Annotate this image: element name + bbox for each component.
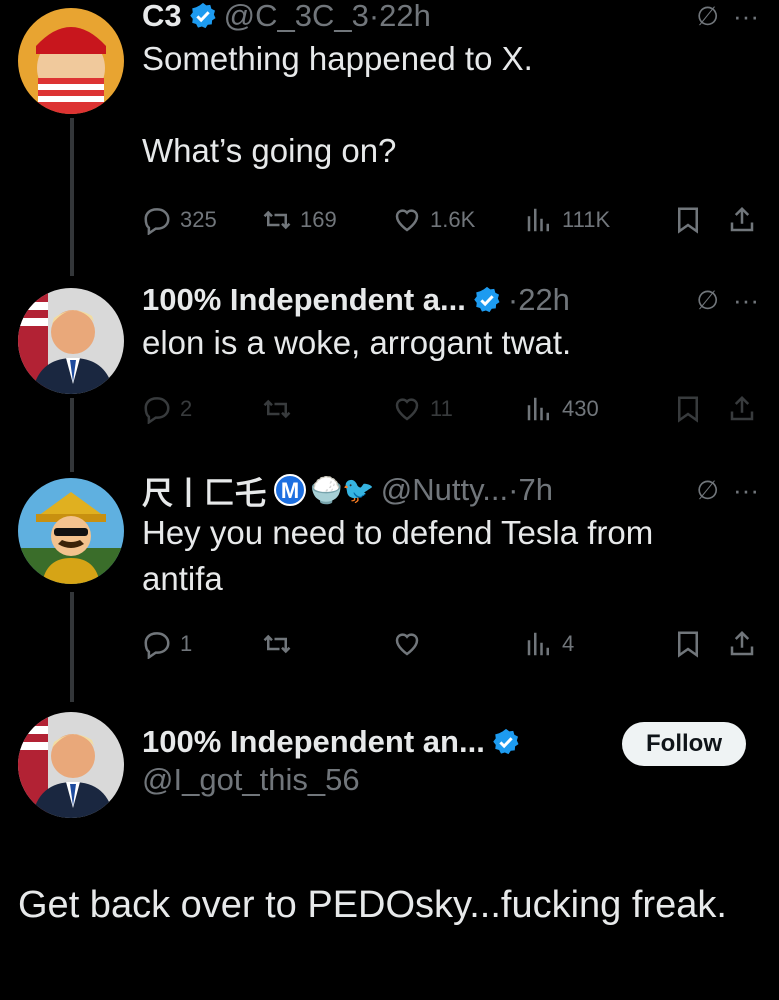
bookmark-button[interactable] <box>673 394 703 424</box>
emoji-badge: 🍚🐦 <box>310 474 375 505</box>
thread-line <box>70 118 74 276</box>
tweet-1[interactable]: C3 @C_3C_3 ·22h ∅ ··· Something happened… <box>142 0 759 174</box>
tweet-actions: 2 11 430 <box>142 389 757 429</box>
display-name[interactable]: 尺丨匚乇 <box>142 468 266 513</box>
tweet-header: 100% Independent a... ·22h ∅ ··· <box>142 280 759 320</box>
verified-badge-icon <box>493 728 519 755</box>
views-button[interactable]: 111K <box>524 205 644 235</box>
main-tweet-text: Get back over to PEDOsky...fucking freak… <box>18 884 727 926</box>
tweet-header: C3 @C_3C_3 ·22h ∅ ··· <box>142 0 759 36</box>
handle[interactable]: @C_3C_3 <box>224 0 369 34</box>
reply-icon <box>144 632 170 659</box>
like-button[interactable]: 1.6K <box>392 205 524 235</box>
view-count: 430 <box>562 396 599 421</box>
bookmark-icon <box>678 207 698 234</box>
more-icon[interactable]: ··· <box>733 1 759 32</box>
tweet-text: elon is a woke, arrogant twat. <box>142 324 572 361</box>
tweet-actions: 325 169 1.6K 111K <box>142 200 757 240</box>
like-count: 1.6K <box>430 207 476 232</box>
bookmark-icon <box>678 631 698 658</box>
reply-icon <box>144 208 170 235</box>
tweet-actions: 1 4 <box>142 624 757 664</box>
heart-icon <box>395 209 419 232</box>
reply-icon <box>144 397 170 424</box>
thread-line <box>70 398 74 472</box>
timestamp[interactable]: ·7h <box>508 472 553 508</box>
heart-icon <box>395 398 419 421</box>
repost-button[interactable] <box>262 394 392 424</box>
bookmark-button[interactable] <box>673 629 703 659</box>
main-tweet-header: 100% Independent an... @I_got_this_56 <box>142 722 609 798</box>
view-count: 111K <box>562 207 611 232</box>
grok-icon[interactable]: ∅ <box>696 285 719 316</box>
like-button[interactable] <box>392 629 524 659</box>
share-icon <box>730 630 754 656</box>
bookmark-icon <box>678 396 698 423</box>
handle[interactable]: @Nutty... <box>381 472 508 508</box>
repost-button[interactable]: 169 <box>262 205 392 235</box>
views-icon <box>527 208 549 232</box>
reply-count: 1 <box>180 631 193 656</box>
reply-button[interactable]: 325 <box>142 205 262 235</box>
grok-icon[interactable]: ∅ <box>696 1 719 32</box>
heart-icon <box>395 633 419 656</box>
more-icon[interactable]: ··· <box>733 475 759 506</box>
share-button[interactable] <box>727 629 757 659</box>
reply-button[interactable]: 1 <box>142 629 262 659</box>
like-button[interactable]: 11 <box>392 394 524 424</box>
timestamp[interactable]: ·22h <box>508 282 570 318</box>
share-button[interactable] <box>727 205 757 235</box>
views-icon <box>527 397 549 421</box>
display-name[interactable]: 100% Independent an... <box>142 724 485 760</box>
views-icon <box>527 632 549 656</box>
grok-icon[interactable]: ∅ <box>696 475 719 506</box>
reply-count: 2 <box>180 396 193 421</box>
reply-button[interactable]: 2 <box>142 394 262 424</box>
tweet-header: 100% Independent an... <box>142 722 609 762</box>
thread-line <box>70 592 74 702</box>
display-name[interactable]: 100% Independent a... <box>142 282 466 318</box>
repost-icon <box>263 634 291 654</box>
avatar-rice[interactable] <box>18 478 124 584</box>
m-badge-icon: M <box>274 474 306 506</box>
repost-icon <box>263 210 291 230</box>
avatar-independent-main[interactable] <box>18 712 124 818</box>
avatar-c3[interactable] <box>18 8 124 114</box>
display-name[interactable]: C3 <box>142 0 182 34</box>
share-button[interactable] <box>727 394 757 424</box>
share-icon <box>730 395 754 421</box>
verified-badge-icon <box>189 2 216 29</box>
handle[interactable]: @I_got_this_56 <box>142 762 609 798</box>
views-button[interactable]: 4 <box>524 629 644 659</box>
bookmark-button[interactable] <box>673 205 703 235</box>
tweet-header: 尺丨匚乇 M 🍚🐦 @Nutty... ·7h ∅ ··· <box>142 468 759 513</box>
repost-count: 169 <box>300 207 337 232</box>
tweet-3[interactable]: 尺丨匚乇 M 🍚🐦 @Nutty... ·7h ∅ ··· Hey you ne… <box>142 470 759 602</box>
tweet-text: Something happened to X. What’s going on… <box>142 40 533 169</box>
tweet-text: Hey you need to defend Tesla from antifa <box>142 514 654 597</box>
tweet-2[interactable]: 100% Independent a... ·22h ∅ ··· elon is… <box>142 280 759 366</box>
timestamp[interactable]: ·22h <box>369 0 431 34</box>
view-count: 4 <box>562 631 575 656</box>
repost-icon <box>263 399 291 419</box>
repost-button[interactable] <box>262 629 392 659</box>
like-count: 11 <box>430 396 453 421</box>
more-icon[interactable]: ··· <box>733 285 759 316</box>
verified-badge-icon <box>474 286 500 313</box>
share-icon <box>730 206 754 232</box>
follow-button[interactable]: Follow <box>622 722 746 766</box>
avatar-independent[interactable] <box>18 288 124 394</box>
reply-count: 325 <box>180 207 217 232</box>
views-button[interactable]: 430 <box>524 394 644 424</box>
